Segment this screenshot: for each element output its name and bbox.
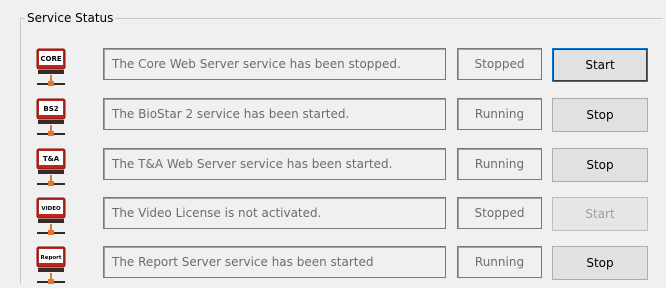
stop-button[interactable]: Stop (552, 246, 648, 280)
core-server-icon: CORE (36, 48, 66, 90)
service-status: Stopped (457, 197, 542, 229)
stop-button[interactable]: Stop (552, 98, 648, 132)
svg-text:BS2: BS2 (43, 105, 58, 113)
video-server-icon: VIDEO (36, 197, 66, 239)
service-row-core: CORE The Core Web Server service has bee… (0, 48, 666, 90)
group-title: Service Status (25, 10, 116, 26)
service-message: The Video License is not activated. (103, 197, 446, 229)
service-row-video: VIDEO The Video License is not activated… (0, 197, 666, 239)
service-message: The Report Server service has been start… (103, 246, 446, 278)
ta-server-icon: T&A (36, 148, 66, 190)
service-row-report: Report The Report Server service has bee… (0, 246, 666, 288)
biostar2-server-icon: BS2 (36, 98, 66, 140)
stop-button[interactable]: Stop (552, 148, 648, 182)
service-message: The Core Web Server service has been sto… (103, 48, 446, 80)
svg-text:T&A: T&A (43, 155, 60, 163)
report-server-icon: Report (36, 246, 66, 288)
svg-text:CORE: CORE (40, 55, 61, 63)
service-row-biostar2: BS2 The BioStar 2 service has been start… (0, 98, 666, 140)
start-button[interactable]: Start (552, 197, 648, 231)
svg-text:VIDEO: VIDEO (41, 206, 61, 212)
start-button[interactable]: Start (552, 48, 648, 82)
service-status: Running (457, 148, 542, 180)
svg-text:Report: Report (40, 255, 61, 261)
service-message: The BioStar 2 service has been started. (103, 98, 446, 130)
service-status: Running (457, 246, 542, 278)
service-row-ta: T&A The T&A Web Server service has been … (0, 148, 666, 190)
service-status: Stopped (457, 48, 542, 80)
service-message: The T&A Web Server service has been star… (103, 148, 446, 180)
service-status: Running (457, 98, 542, 130)
